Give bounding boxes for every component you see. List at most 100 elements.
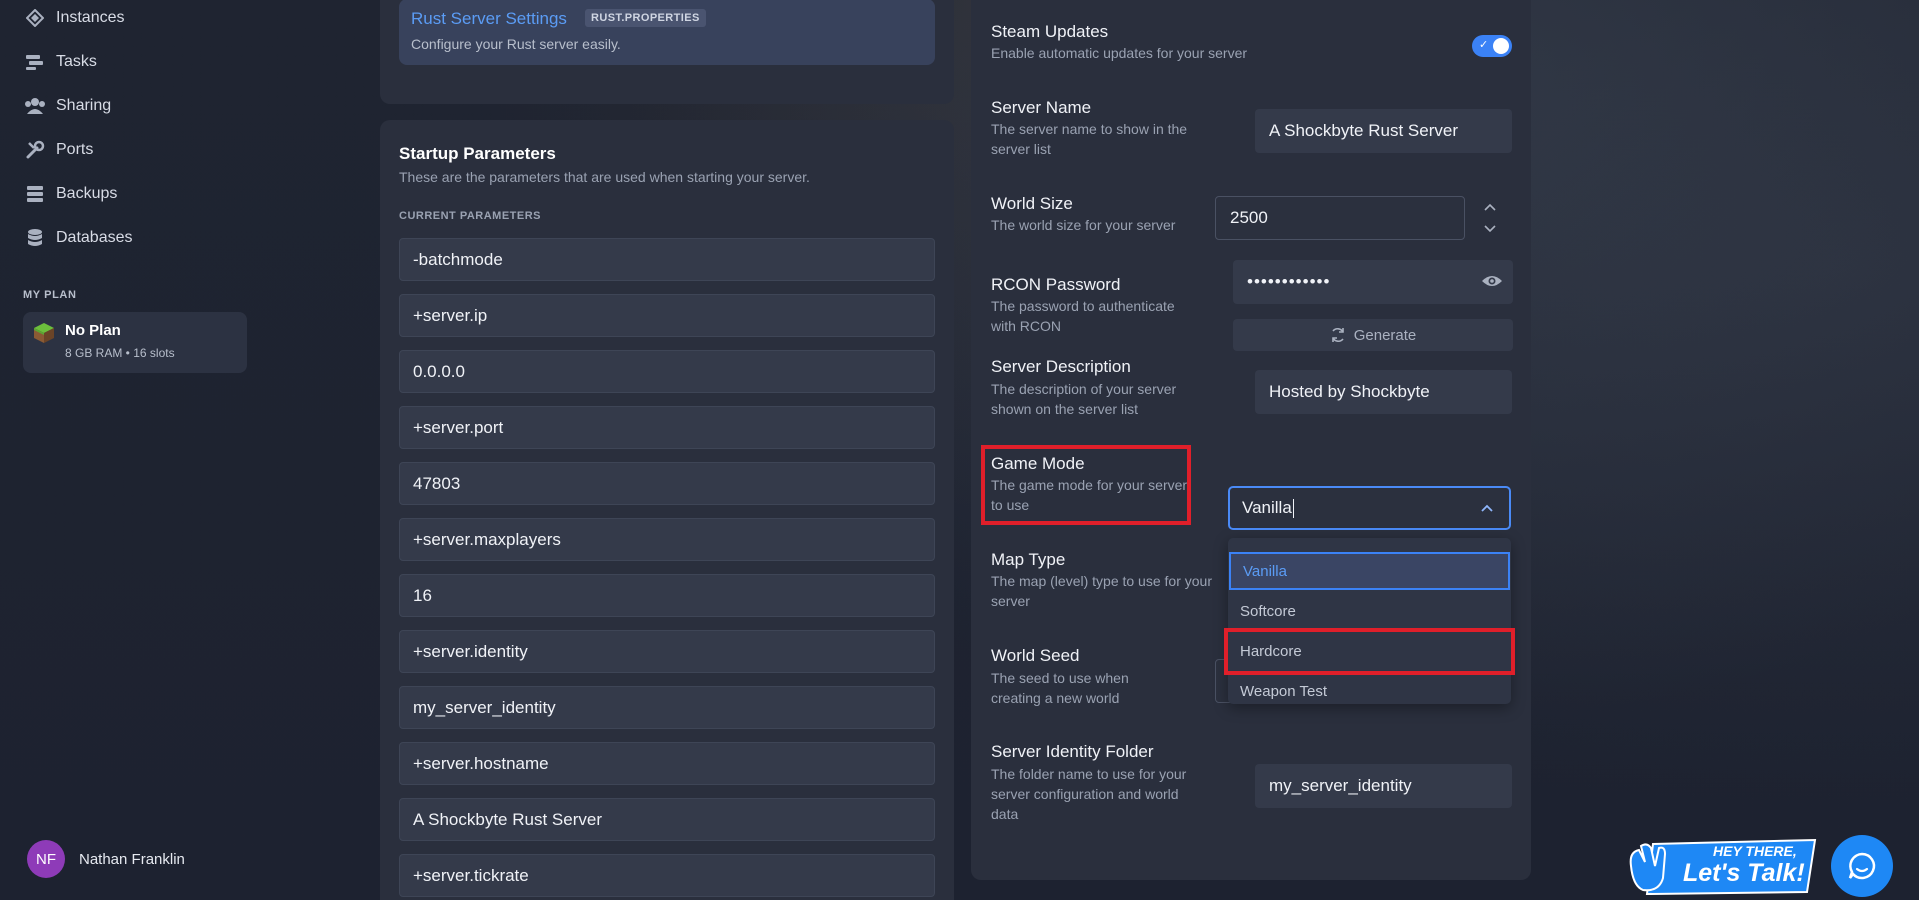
rust-settings-desc: Configure your Rust server easily. xyxy=(411,36,621,52)
parameter-field[interactable]: +server.identity xyxy=(399,630,935,673)
parameter-field[interactable]: 16 xyxy=(399,574,935,617)
chevron-up-icon xyxy=(1481,501,1493,515)
rcon-password-input[interactable]: •••••••••••• xyxy=(1233,260,1513,304)
rcon-password-desc: The password to authenticate xyxy=(991,298,1175,314)
sidebar-item-label: Ports xyxy=(56,141,94,158)
server-name-input[interactable]: A Shockbyte Rust Server xyxy=(1255,109,1512,153)
user-profile[interactable]: NF Nathan Franklin xyxy=(27,840,185,878)
server-description-desc-2: shown on the server list xyxy=(991,401,1139,417)
identity-folder-input[interactable]: my_server_identity xyxy=(1255,764,1512,808)
generate-password-button[interactable]: Generate xyxy=(1233,319,1513,351)
server-name-title: Server Name xyxy=(991,98,1092,117)
current-parameters-label: CURRENT PARAMETERS xyxy=(399,210,542,222)
chevron-down-icon xyxy=(1484,225,1496,233)
game-mode-dropdown: Vanilla Softcore Hardcore Weapon Test xyxy=(1228,538,1511,704)
parameter-field[interactable]: +server.hostname xyxy=(399,742,935,785)
option-vanilla[interactable]: Vanilla xyxy=(1229,552,1510,590)
sidebar-item-sharing[interactable]: Sharing xyxy=(24,92,111,120)
world-size-title: World Size xyxy=(991,194,1073,213)
game-mode-desc: The game mode for your server xyxy=(991,477,1188,493)
identity-folder-title: Server Identity Folder xyxy=(991,742,1154,761)
identity-folder-desc: The folder name to use for your xyxy=(991,766,1187,782)
chat-banner[interactable]: HEY THERE, Let's Talk! xyxy=(1625,836,1823,896)
sidebar-item-instances[interactable]: Instances xyxy=(24,4,124,32)
startup-desc: These are the parameters that are used w… xyxy=(399,169,810,185)
generate-label: Generate xyxy=(1353,326,1417,344)
server-name-desc: The server name to show in the xyxy=(991,121,1188,137)
backups-icon xyxy=(24,183,46,205)
world-seed-desc-2: creating a new world xyxy=(991,690,1120,706)
decrement-button[interactable] xyxy=(1475,218,1505,240)
game-mode-value: Vanilla xyxy=(1242,498,1292,517)
identity-folder-desc-2: server configuration and world xyxy=(991,786,1179,802)
sidebar-item-label: Backups xyxy=(56,185,118,202)
chat-button[interactable] xyxy=(1831,835,1893,897)
plan-meta: 8 GB RAM • 16 slots xyxy=(65,346,175,360)
my-plan-heading: MY PLAN xyxy=(23,289,77,301)
steam-updates-toggle[interactable]: ✓ xyxy=(1472,35,1512,57)
server-name-desc-2: server list xyxy=(991,141,1051,157)
parameter-field[interactable]: +server.maxplayers xyxy=(399,518,935,561)
grass-block-icon xyxy=(33,322,55,344)
avatar: NF xyxy=(27,840,65,878)
parameter-field[interactable]: +server.tickrate xyxy=(399,854,935,897)
map-type-title: Map Type xyxy=(991,550,1066,569)
chat-bubble-icon xyxy=(1848,852,1876,880)
chat-banner-line2: Let's Talk! xyxy=(1683,859,1805,887)
properties-badge: RUST.PROPERTIES xyxy=(585,9,706,27)
chevron-up-icon xyxy=(1484,203,1496,211)
parameter-field[interactable]: 47803 xyxy=(399,462,935,505)
world-size-desc: The world size for your server xyxy=(991,217,1176,233)
rcon-password-title: RCON Password xyxy=(991,275,1121,294)
option-softcore[interactable]: Softcore xyxy=(1228,592,1511,630)
sidebar-item-backups[interactable]: Backups xyxy=(24,180,117,208)
parameter-field[interactable]: -batchmode xyxy=(399,238,935,281)
sidebar-item-label: Sharing xyxy=(56,97,112,114)
chat-banner-line1: HEY THERE, xyxy=(1713,843,1797,859)
tasks-icon xyxy=(24,51,46,73)
parameter-field[interactable]: 0.0.0.0 xyxy=(399,350,935,393)
check-icon: ✓ xyxy=(1479,39,1489,51)
rust-settings-card: Rust Server Settings RUST.PROPERTIES Con… xyxy=(380,0,954,104)
server-description-input[interactable]: Hosted by Shockbyte xyxy=(1255,370,1512,414)
parameter-field[interactable]: +server.port xyxy=(399,406,935,449)
game-mode-title: Game Mode xyxy=(991,454,1085,473)
increment-button[interactable] xyxy=(1475,196,1505,218)
sidebar-item-ports[interactable]: Ports xyxy=(24,136,93,164)
server-description-desc: The description of your server xyxy=(991,381,1177,397)
ports-icon xyxy=(24,139,46,161)
plan-card[interactable]: No Plan 8 GB RAM • 16 slots xyxy=(23,312,247,373)
rust-settings-link[interactable]: Rust Server Settings RUST.PROPERTIES Con… xyxy=(399,0,935,65)
refresh-icon xyxy=(1331,327,1344,343)
waving-hand-icon xyxy=(1629,843,1667,892)
game-mode-desc-2: to use xyxy=(991,497,1030,513)
identity-folder-desc-3: data xyxy=(991,806,1019,822)
sidebar-item-label: Databases xyxy=(56,229,133,246)
game-mode-select[interactable]: Vanilla xyxy=(1228,486,1511,530)
instances-icon xyxy=(24,7,46,29)
steam-updates-desc: Enable automatic updates for your server xyxy=(991,45,1248,61)
databases-icon xyxy=(24,227,46,249)
map-type-desc: The map (level) type to use for your xyxy=(991,573,1212,589)
startup-parameters-card: Startup Parameters These are the paramet… xyxy=(380,120,954,900)
server-settings-card: Steam Updates Enable automatic updates f… xyxy=(971,0,1531,880)
sidebar-item-tasks[interactable]: Tasks xyxy=(24,48,97,76)
sidebar-item-label: Tasks xyxy=(56,53,97,70)
parameter-field[interactable]: my_server_identity xyxy=(399,686,935,729)
option-weapon-test[interactable]: Weapon Test xyxy=(1228,672,1511,710)
parameter-field[interactable]: A Shockbyte Rust Server xyxy=(399,798,935,841)
text-cursor xyxy=(1292,498,1294,518)
option-hardcore[interactable]: Hardcore xyxy=(1228,632,1511,670)
map-type-desc-2: server xyxy=(991,593,1030,609)
rust-settings-title[interactable]: Rust Server Settings xyxy=(411,9,567,29)
parameter-field[interactable]: +server.ip xyxy=(399,294,935,337)
steam-updates-title: Steam Updates xyxy=(991,22,1109,41)
world-size-input[interactable]: 2500 xyxy=(1215,196,1465,240)
server-description-title: Server Description xyxy=(991,357,1131,376)
world-seed-title: World Seed xyxy=(991,646,1080,665)
world-seed-desc: The seed to use when xyxy=(991,670,1129,686)
user-name: Nathan Franklin xyxy=(79,850,185,868)
toggle-knob xyxy=(1493,38,1509,54)
sidebar-item-databases[interactable]: Databases xyxy=(24,224,133,252)
eye-icon[interactable] xyxy=(1481,273,1503,289)
